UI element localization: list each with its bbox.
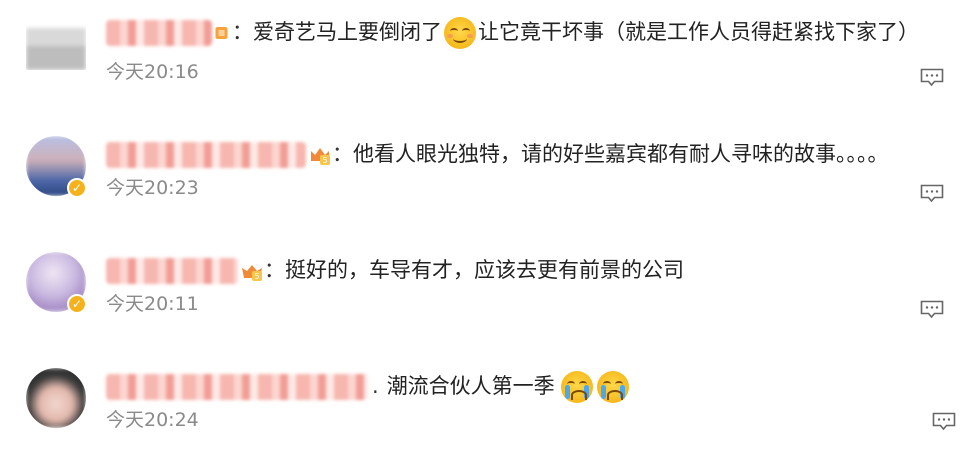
comment-time: 今天20:16: [106, 61, 199, 83]
comment-line: 5 ：他看人眼光独特，请的好些嘉宾都有耐人寻味的故事。。。。: [106, 138, 956, 170]
comment-time: 今天20:23: [106, 177, 199, 199]
crown-badge-icon: 5: [311, 148, 330, 165]
comment-item: ：爱奇艺马上要倒闭了 让它竟干坏事（就是工作人员得赶紧找下家了） 今天20:16: [0, 0, 976, 116]
svg-text:5: 5: [254, 272, 259, 281]
comment-item: ✓ 5 ：挺好的，车导有才，应该去更有前景的公司 今天20:11: [0, 232, 976, 348]
smile-emoji-icon: [444, 17, 476, 49]
verified-badge-icon: ✓: [67, 178, 87, 198]
comment-item: ✓ 5 ：他看人眼光独特，请的好些嘉宾都有耐人寻味的故事。。。。 今天20:23: [0, 116, 976, 232]
reply-icon[interactable]: [920, 68, 944, 87]
comment-text-continued: 让它竟干坏事（就是工作人员得赶紧找下家了）: [478, 20, 919, 44]
comment-time: 今天20:11: [106, 293, 199, 315]
comment-item: . 潮流合伙人第一季 今天20:24: [0, 348, 976, 464]
comment-time: 今天20:24: [106, 409, 199, 431]
reply-icon[interactable]: [932, 412, 956, 431]
avatar[interactable]: [26, 368, 86, 428]
avatar[interactable]: [26, 10, 86, 70]
crown-badge-icon: 5: [242, 265, 262, 281]
svg-text:5: 5: [322, 156, 327, 165]
username[interactable]: [106, 374, 368, 400]
username[interactable]: [106, 142, 306, 168]
verified-badge-icon: ✓: [67, 294, 87, 314]
comment-line: . 潮流合伙人第一季: [106, 370, 956, 403]
reply-icon[interactable]: [920, 300, 944, 319]
username[interactable]: [106, 20, 212, 46]
comment-text: 潮流合伙人第一季: [386, 374, 555, 398]
comment-text: 爱奇艺马上要倒闭了: [253, 20, 442, 44]
crying-emoji-icon: [560, 371, 593, 403]
comment-text: 他看人眼光独特，请的好些嘉宾都有耐人寻味的故事。。。。: [353, 142, 889, 166]
comment-text: 挺好的，车导有才，应该去更有前景的公司: [285, 258, 684, 282]
crying-emoji-icon: [596, 371, 629, 403]
reply-icon[interactable]: [920, 184, 944, 203]
comment-line: 5 ：挺好的，车导有才，应该去更有前景的公司: [106, 254, 956, 286]
username[interactable]: [106, 258, 238, 284]
comment-line: ：爱奇艺马上要倒闭了 让它竟干坏事（就是工作人员得赶紧找下家了）: [106, 16, 956, 49]
vip-badge-icon: [215, 27, 228, 39]
